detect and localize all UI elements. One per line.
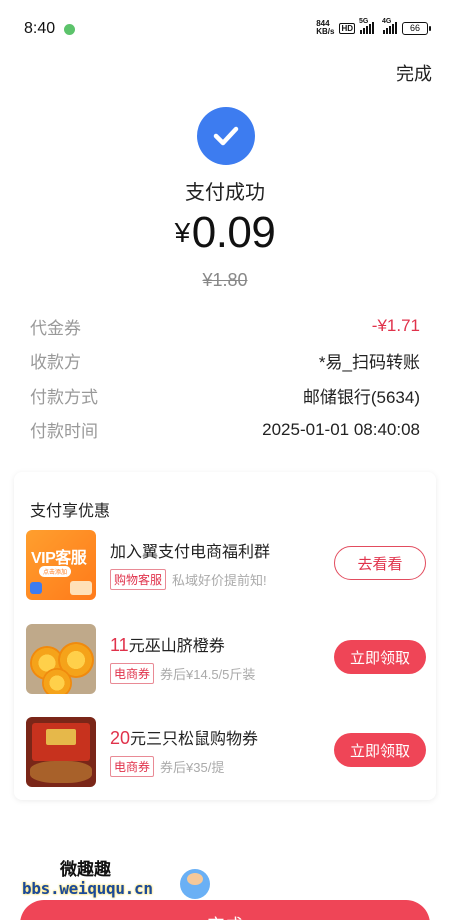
promo-item[interactable]: 20元三只松鼠购物券 电商券 券后¥35/提 立即领取: [26, 717, 426, 789]
promo-tag: 电商券: [110, 663, 155, 684]
status-bar: 8:40 844 KB/s HD 5G 4G 66: [0, 0, 450, 58]
detail-row-payee: 收款方 *易_扫码转账: [30, 353, 420, 372]
payment-details: 代金券 -¥1.71 收款方 *易_扫码转账 付款方式 邮储银行(5634) 付…: [30, 310, 420, 448]
navel-orange-thumbnail: [26, 624, 96, 694]
network-speed: 844 KB/s: [316, 19, 335, 36]
claim-button[interactable]: 立即领取: [334, 640, 426, 674]
watermark: 微趣趣 bbs.weiququ.cn: [22, 855, 222, 905]
promo-card: 支付享优惠 VIP客服 点击添加 加入翼支付电商福利群 购物客服 私域好价提前知…: [14, 472, 436, 800]
promo-item[interactable]: 11元巫山脐橙券 电商券 券后¥14.5/5斤装 立即领取: [26, 624, 426, 696]
watermark-url: bbs.weiququ.cn: [22, 879, 153, 898]
promo-title: 20元三只松鼠购物券: [110, 728, 259, 748]
wechat-notification-icon: [64, 24, 75, 35]
detail-row-time: 付款时间 2025-01-01 08:40:08: [30, 419, 420, 442]
signal-5g-icon: 5G: [359, 18, 374, 34]
claim-button[interactable]: 立即领取: [334, 733, 426, 767]
battery-icon: 66: [402, 21, 431, 35]
promo-desc: 私域好价提前知!: [172, 573, 267, 588]
paid-amount: ¥0.09: [174, 208, 276, 257]
promo-title: 11元巫山脐橙券: [110, 635, 225, 655]
detail-row-method: 付款方式 邮储银行(5634): [30, 387, 420, 407]
signal-4g-icon: 4G: [382, 18, 397, 34]
payment-success-title: 支付成功: [185, 182, 265, 204]
promo-item[interactable]: VIP客服 点击添加 加入翼支付电商福利群 购物客服 私域好价提前知! 去看看: [26, 530, 426, 602]
status-time: 8:40: [24, 20, 56, 37]
promo-tags: 电商券 券后¥14.5/5斤装: [110, 663, 255, 684]
promo-header: 支付享优惠: [30, 503, 111, 520]
detail-row-voucher: 代金券 -¥1.71: [30, 316, 420, 338]
promo-tags: 电商券 券后¥35/提: [110, 756, 224, 777]
view-button[interactable]: 去看看: [334, 546, 426, 580]
bottom-done-button[interactable]: 完成: [20, 900, 430, 920]
promo-tag: 购物客服: [110, 569, 167, 590]
snack-gift-box-thumbnail: [26, 717, 96, 787]
done-link[interactable]: 完成: [396, 60, 432, 86]
mascot-icon: [180, 869, 210, 899]
status-indicators: 844 KB/s HD 5G 4G 66: [316, 18, 431, 36]
vip-service-thumbnail: VIP客服 点击添加: [26, 530, 96, 600]
hd-icon: HD: [339, 22, 355, 34]
original-amount: ¥1.80: [202, 270, 248, 290]
promo-title: 加入翼支付电商福利群: [110, 544, 271, 561]
promo-desc: 券后¥35/提: [160, 760, 225, 775]
success-check-icon: [197, 107, 255, 165]
promo-desc: 券后¥14.5/5斤装: [160, 667, 256, 682]
promo-tags: 购物客服 私域好价提前知!: [110, 569, 267, 590]
watermark-top-text: 微趣趣: [60, 860, 111, 879]
promo-tag: 电商券: [110, 756, 155, 777]
